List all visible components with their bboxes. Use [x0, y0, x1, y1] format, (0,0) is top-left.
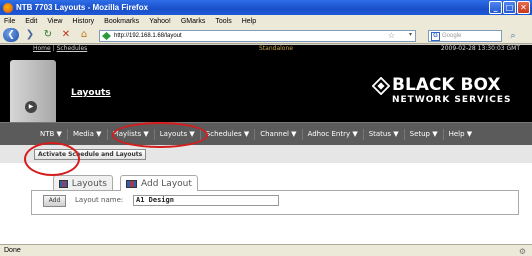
page-title[interactable]: Layouts [71, 88, 111, 98]
tab-layouts[interactable]: Layouts [53, 175, 113, 191]
stop-icon[interactable]: ✕ [59, 28, 73, 42]
layout-panel-area: Layouts Add Layout Add Layout name: A1 D… [0, 163, 532, 244]
layout-name-input[interactable]: A1 Design [133, 195, 279, 206]
forward-icon[interactable]: ❯ [23, 28, 37, 42]
window-titlebar: NTB 7703 Layouts - Mozilla Firefox _ □ ✕ [0, 0, 532, 15]
menu-yahoo[interactable]: Yahoo! [149, 18, 171, 25]
search-icon[interactable]: ⌕ [506, 30, 520, 42]
home-icon[interactable]: ⌂ [77, 28, 91, 42]
window-title: NTB 7703 Layouts - Mozilla Firefox [16, 3, 149, 12]
menu-media[interactable]: Media ▼ [68, 128, 108, 140]
mode-label: Standalone [259, 45, 293, 52]
play-icon: ▶ [25, 101, 37, 113]
tab-layouts-label: Layouts [71, 178, 107, 189]
search-input[interactable]: G Google [428, 30, 502, 42]
layout-icon [126, 179, 137, 188]
add-button[interactable]: Add [43, 195, 66, 207]
menu-bookmarks[interactable]: Bookmarks [104, 18, 139, 25]
menu-help[interactable]: Help [242, 18, 256, 25]
search-placeholder: Google [442, 33, 462, 39]
menu-edit[interactable]: Edit [25, 18, 37, 25]
url-text: http://192.168.1.68/layout [114, 33, 182, 39]
menu-help-app[interactable]: Help ▼ [444, 129, 478, 140]
bookmark-star-icon[interactable]: ☆ [388, 31, 395, 40]
minimize-button[interactable]: _ [489, 1, 502, 14]
menu-ntb[interactable]: NTB ▼ [35, 128, 68, 140]
menu-adhoc-entry[interactable]: Adhoc Entry ▼ [303, 128, 364, 140]
browser-menubar: File Edit View History Bookmarks Yahoo! … [0, 15, 532, 27]
main-menu: NTB ▼ Media ▼ Playlists ▼ Layouts ▼ Sche… [0, 122, 532, 145]
tab-add-layout[interactable]: Add Layout [120, 175, 198, 191]
menu-layouts[interactable]: Layouts ▼ [155, 128, 201, 140]
status-bar: Done ⚙ [0, 244, 532, 256]
add-layout-form: Add Layout name: A1 Design [31, 190, 519, 215]
window-controls: _ □ ✕ [489, 1, 530, 14]
menu-history[interactable]: History [72, 18, 94, 25]
url-bar[interactable]: http://192.168.1.68/layout ☆ ▾ [99, 30, 416, 42]
status-text: Done [4, 247, 21, 254]
layout-icon [59, 179, 68, 188]
navigation-toolbar: ❮ ❯ ↻ ✕ ⌂ http://192.168.1.68/layout ☆ ▾… [0, 27, 532, 44]
menu-setup[interactable]: Setup ▼ [405, 128, 444, 140]
close-button[interactable]: ✕ [517, 1, 530, 14]
tab-add-layout-label: Add Layout [141, 178, 192, 189]
menu-view[interactable]: View [47, 18, 62, 25]
menu-tools[interactable]: Tools [215, 18, 231, 25]
header-side-panel: ▶ [10, 60, 56, 122]
home-link[interactable]: Home [33, 45, 51, 52]
back-icon[interactable]: ❮ [3, 28, 19, 42]
top-strip: Home | Schedules Standalone 2009-02-28 1… [0, 45, 532, 53]
logo-diamond-icon [372, 77, 390, 95]
timestamp: 2009-02-28 13:30:03 GMT [440, 45, 520, 52]
top-links: Home | Schedules [33, 45, 87, 53]
page-content: Home | Schedules Standalone 2009-02-28 1… [0, 45, 532, 244]
activate-schedule-button[interactable]: Activate Schedule and Layouts [34, 149, 147, 160]
menu-playlists[interactable]: Playlists ▼ [108, 128, 155, 140]
menu-schedules[interactable]: Schedules ▼ [201, 128, 256, 140]
layout-name-label: Layout name: [75, 196, 124, 204]
app-header: ▶ Layouts BLACK BOX NETWORK SERVICES [0, 53, 532, 122]
action-bar: Activate Schedule and Layouts [0, 145, 532, 163]
firefox-icon [3, 2, 13, 13]
menu-channel[interactable]: Channel ▼ [255, 128, 303, 140]
menu-gmarks[interactable]: GMarks [181, 18, 206, 25]
url-dropdown-icon[interactable]: ▾ [409, 31, 412, 38]
google-icon[interactable]: G [431, 31, 440, 41]
schedules-link[interactable]: Schedules [57, 45, 88, 52]
maximize-button[interactable]: □ [503, 1, 516, 14]
blackbox-logo: BLACK BOX NETWORK SERVICES [372, 75, 512, 111]
logo-sub-text: NETWORK SERVICES [392, 95, 512, 105]
menu-status[interactable]: Status ▼ [364, 128, 405, 140]
reload-icon[interactable]: ↻ [41, 28, 55, 42]
logo-main-text: BLACK BOX [392, 75, 501, 95]
menu-file[interactable]: File [4, 18, 15, 25]
status-icon: ⚙ [518, 247, 526, 256]
site-icon [102, 32, 111, 40]
